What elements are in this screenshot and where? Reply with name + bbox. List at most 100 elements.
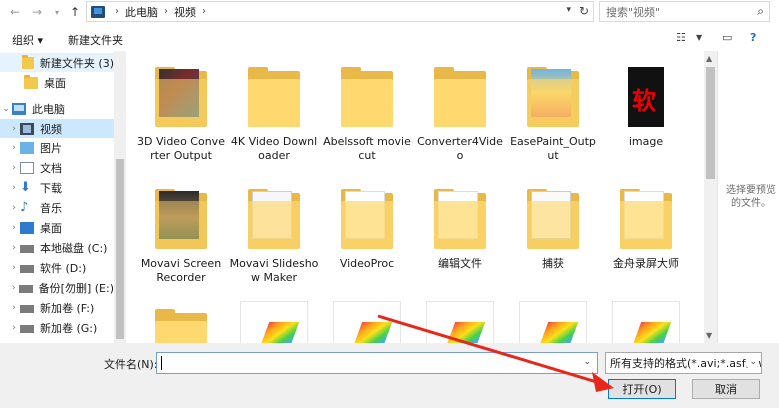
- up-arrow-icon[interactable]: ↑: [66, 3, 84, 21]
- chevron-right-icon[interactable]: ›: [8, 243, 20, 253]
- folder-item[interactable]: Movavi Slideshow Maker: [229, 187, 319, 285]
- chevron-down-icon[interactable]: ⌄: [583, 357, 591, 367]
- nav-item-drive-f[interactable]: › 新加卷 (F:): [0, 298, 114, 317]
- help-icon[interactable]: ?: [750, 31, 756, 44]
- address-bar[interactable]: › 此电脑 › 视频 › ▾ ↻: [86, 1, 594, 22]
- file-open-dialog: ← → ▾ ↑ › 此电脑 › 视频 › ▾ ↻ 搜索"视频" ⌕ 组织 ▾ 新…: [0, 0, 779, 408]
- forward-arrow-icon[interactable]: →: [28, 3, 46, 21]
- nav-item-label: 图片: [40, 141, 62, 155]
- video-file-item[interactable]: [508, 301, 598, 343]
- nav-item-desktop[interactable]: › 桌面: [0, 218, 114, 237]
- video-file-icon: [612, 301, 680, 343]
- folder-icon: [153, 65, 209, 129]
- chevron-right-icon[interactable]: ›: [8, 303, 20, 313]
- folder-icon: [432, 187, 488, 251]
- chevron-right-icon[interactable]: ›: [8, 283, 19, 293]
- folder-icon: [22, 54, 34, 69]
- image-file-item[interactable]: 软 image: [601, 65, 691, 149]
- video-file-icon: [426, 301, 494, 343]
- filename-input[interactable]: ⌄: [156, 352, 598, 374]
- chevron-right-icon[interactable]: ›: [8, 263, 20, 273]
- breadcrumb-this-pc[interactable]: 此电脑: [125, 4, 158, 20]
- chevron-right-icon[interactable]: ›: [8, 223, 20, 233]
- nav-scrollbar[interactable]: [114, 51, 126, 343]
- folder-item[interactable]: Movavi Screen Recorder: [136, 187, 226, 285]
- filetype-value: 所有支持的格式(*.avi;*.asf;*.wr: [610, 357, 762, 370]
- chevron-down-icon[interactable]: ⌄: [747, 357, 757, 367]
- filetype-select[interactable]: 所有支持的格式(*.avi;*.asf;*.wr ⌄: [605, 352, 762, 374]
- toolbar: 组织 ▾ 新建文件夹 ☷ ▼ ▭ ?: [0, 27, 779, 51]
- chevron-right-icon: ›: [164, 6, 168, 17]
- scroll-up-icon[interactable]: ▲: [706, 54, 712, 63]
- refresh-icon[interactable]: ↻: [579, 4, 589, 18]
- chevron-right-icon[interactable]: ›: [8, 203, 20, 213]
- nav-item-music[interactable]: › ♪ 音乐: [0, 198, 114, 217]
- file-list: 3D Video Converter Output 4K Video Downl…: [128, 51, 704, 343]
- chevron-right-icon[interactable]: ›: [8, 124, 20, 134]
- chevron-right-icon[interactable]: ›: [8, 323, 20, 333]
- folder-item[interactable]: Converter4Video: [415, 65, 505, 163]
- organize-button[interactable]: 组织 ▾: [12, 32, 43, 48]
- open-button[interactable]: 打开(O): [608, 379, 676, 399]
- nav-item-videos[interactable]: › 视频: [0, 119, 114, 138]
- chevron-right-icon: ›: [115, 6, 119, 17]
- file-list-scrollbar[interactable]: ▲ ▼: [704, 51, 717, 343]
- drive-icon: [20, 245, 34, 253]
- back-arrow-icon[interactable]: ←: [6, 3, 24, 21]
- documents-icon: [20, 161, 34, 174]
- nav-item-documents[interactable]: › 文档: [0, 158, 114, 177]
- nav-item-drive-e[interactable]: › 备份[勿删] (E:): [0, 278, 114, 297]
- file-name: image: [628, 135, 664, 148]
- folder-item[interactable]: VideoProc: [322, 187, 412, 271]
- search-input[interactable]: 搜索"视频" ⌕: [599, 1, 770, 22]
- video-file-item[interactable]: [229, 301, 319, 343]
- chevron-right-icon[interactable]: ›: [8, 183, 20, 193]
- address-dropdown-icon[interactable]: ▾: [566, 5, 571, 15]
- video-file-item[interactable]: [601, 301, 691, 343]
- nav-item-new-folder[interactable]: 新建文件夹 (3): [0, 53, 114, 72]
- recent-chevron-icon[interactable]: ▾: [48, 3, 66, 21]
- new-folder-button[interactable]: 新建文件夹: [68, 32, 123, 48]
- video-file-item[interactable]: [322, 301, 412, 343]
- view-options-icon[interactable]: ☷: [676, 31, 686, 44]
- folder-item[interactable]: 4K Video Downloader: [229, 65, 319, 163]
- text-caret: [161, 356, 162, 370]
- breadcrumb-videos[interactable]: 视频: [174, 4, 196, 20]
- chevron-down-icon[interactable]: ⌄: [0, 104, 12, 114]
- nav-item-downloads[interactable]: › ⬇ 下载: [0, 178, 114, 197]
- folder-item[interactable]: 编辑文件: [415, 187, 505, 271]
- nav-scrollbar-thumb[interactable]: [116, 159, 124, 339]
- folder-item[interactable]: 金舟录屏大师: [601, 187, 691, 271]
- cancel-button[interactable]: 取消: [692, 379, 760, 399]
- preview-message: 选择要预览的文件。: [726, 185, 776, 209]
- nav-item-desktop-quick[interactable]: 桌面: [0, 73, 114, 92]
- folder-item[interactable]: EasePaint_Output: [508, 65, 598, 163]
- nav-item-label: 桌面: [40, 221, 62, 235]
- chevron-right-icon[interactable]: ›: [8, 143, 20, 153]
- nav-item-this-pc[interactable]: ⌄ 此电脑: [0, 99, 114, 118]
- music-icon: ♪: [20, 199, 29, 215]
- nav-item-drive-d[interactable]: › 软件 (D:): [0, 258, 114, 277]
- preview-pane-icon[interactable]: ▭: [722, 31, 732, 44]
- view-dropdown-icon[interactable]: ▼: [696, 33, 702, 42]
- nav-item-drive-c[interactable]: › 本地磁盘 (C:): [0, 238, 114, 257]
- folder-item[interactable]: [136, 307, 226, 343]
- nav-item-label: 新加卷 (G:): [40, 321, 98, 335]
- nav-item-label: 新建文件夹 (3): [39, 56, 114, 70]
- nav-item-drive-g[interactable]: › 新加卷 (G:): [0, 318, 114, 337]
- scroll-down-icon[interactable]: ▼: [706, 331, 712, 340]
- folder-item[interactable]: 3D Video Converter Output: [136, 65, 226, 163]
- nav-item-label: 本地磁盘 (C:): [40, 241, 108, 255]
- video-file-item[interactable]: [415, 301, 505, 343]
- folder-name: Movavi Screen Recorder: [140, 257, 222, 284]
- nav-item-pictures[interactable]: › 图片: [0, 138, 114, 157]
- folder-item[interactable]: 捕获: [508, 187, 598, 271]
- folder-icon: [246, 187, 302, 251]
- folder-icon: [525, 65, 581, 129]
- file-list-scrollbar-thumb[interactable]: [706, 67, 715, 179]
- folder-item[interactable]: Abelssoft moviecut: [322, 65, 412, 163]
- folder-name: 金舟录屏大师: [613, 257, 679, 270]
- filename-label: 文件名(N):: [104, 358, 158, 371]
- folder-name: 3D Video Converter Output: [137, 135, 225, 162]
- chevron-right-icon[interactable]: ›: [8, 163, 20, 173]
